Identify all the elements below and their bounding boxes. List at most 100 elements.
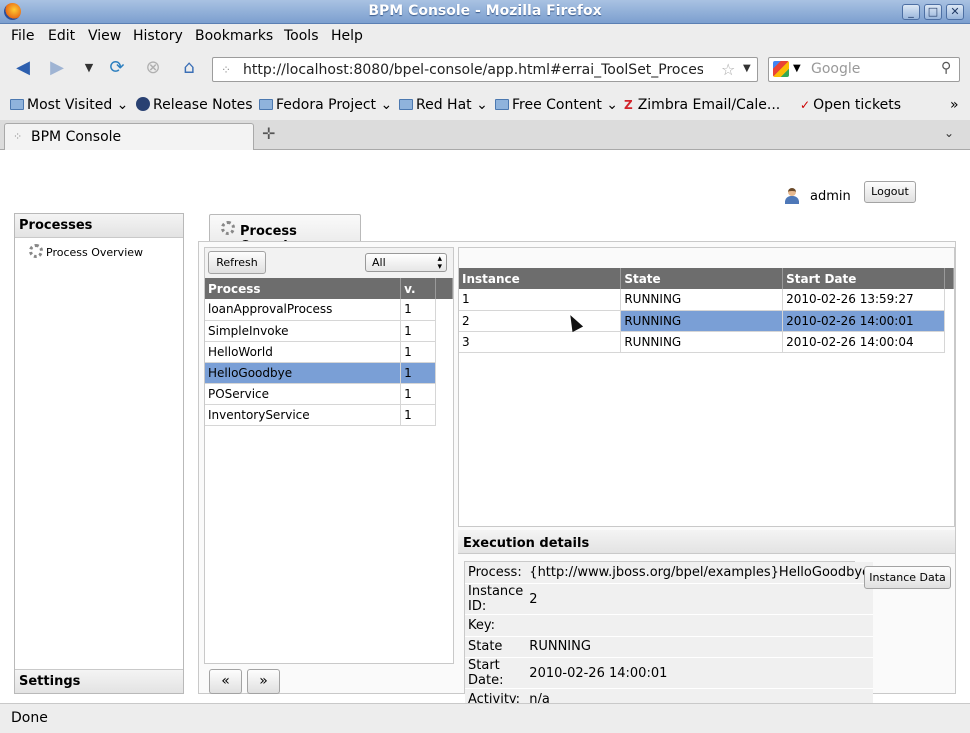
table-cell[interactable]: RUNNING xyxy=(620,310,784,332)
search-icon[interactable]: ⚲ xyxy=(941,60,951,76)
search-box[interactable]: ▼ Google ⚲ xyxy=(768,57,960,82)
history-dropdown-icon[interactable]: ▼ xyxy=(78,58,100,78)
home-icon[interactable]: ⌂ xyxy=(178,58,200,78)
engine-dropdown-icon[interactable]: ▼ xyxy=(793,63,801,74)
bookmarks-toolbar: Most Visited ⌄ Release Notes Fedora Proj… xyxy=(0,90,970,120)
detail-label: State xyxy=(465,636,527,658)
url-bar[interactable]: ⁘ http://localhost:8080/bpel-console/app… xyxy=(212,57,758,82)
column-header-process[interactable]: Process xyxy=(205,278,402,299)
table-cell[interactable]: 1 xyxy=(400,341,437,363)
tab-process-overview[interactable]: Process Overview xyxy=(209,214,361,254)
sidebar-header-processes[interactable]: Processes xyxy=(15,214,183,238)
sidebar-item-process-overview[interactable]: Process Overview xyxy=(29,244,143,259)
table-cell[interactable]: 2010-02-26 14:00:04 xyxy=(782,331,945,353)
table-row-selected: 2 RUNNING 2010-02-26 14:00:01 xyxy=(459,310,954,332)
table-cell[interactable]: SimpleInvoke xyxy=(205,320,402,342)
window-titlebar: BPM Console - Mozilla Firefox xyxy=(0,0,970,24)
bookmark-release-notes[interactable]: Release Notes xyxy=(136,97,253,113)
bookmark-red-hat[interactable]: Red Hat ⌄ xyxy=(399,97,488,113)
table-cell[interactable]: 1 xyxy=(459,289,622,311)
table-cell[interactable]: HelloGoodbye xyxy=(205,362,402,384)
column-header-instance[interactable]: Instance xyxy=(459,268,622,289)
table-cell[interactable]: 1 xyxy=(400,383,437,405)
menu-bookmarks[interactable]: Bookmarks xyxy=(195,28,273,44)
table-cell[interactable]: 3 xyxy=(459,331,622,353)
tab-list-icon[interactable]: ⌄ xyxy=(944,126,954,140)
close-window-button[interactable]: ✕ xyxy=(946,4,964,20)
table-cell[interactable]: POService xyxy=(205,383,402,405)
prev-page-button[interactable]: « xyxy=(209,669,242,694)
username: admin xyxy=(810,189,851,204)
logout-button[interactable]: Logout xyxy=(864,181,916,203)
url-text[interactable]: http://localhost:8080/bpel-console/app.h… xyxy=(243,62,703,78)
menu-help[interactable]: Help xyxy=(331,28,363,44)
instance-list-panel: Instance State Start Date 1 RUNNING 2010-0… xyxy=(458,247,955,527)
back-icon[interactable]: ◀ xyxy=(12,58,34,78)
table-cell[interactable]: HelloWorld xyxy=(205,341,402,363)
table-cell[interactable]: RUNNING xyxy=(620,331,784,353)
menu-tools[interactable]: Tools xyxy=(284,28,319,44)
bookmark-free-content[interactable]: Free Content ⌄ xyxy=(495,97,618,113)
filter-value: All xyxy=(372,256,386,269)
menu-history[interactable]: History xyxy=(133,28,183,44)
user-icon xyxy=(785,188,799,204)
search-placeholder[interactable]: Google xyxy=(811,61,860,77)
bookmarks-overflow-icon[interactable]: » xyxy=(950,97,959,113)
reload-icon[interactable]: ⟳ xyxy=(106,58,128,78)
table-row-selected: HelloGoodbye 1 xyxy=(205,362,453,384)
sidebar-header-settings[interactable]: Settings xyxy=(15,669,183,693)
status-text: Done xyxy=(11,710,48,726)
folder-icon xyxy=(495,99,509,110)
details-table: Process: {http://www.jboss.org/bpel/examp… xyxy=(465,562,874,711)
bookmark-zimbra[interactable]: Z Zimbra Email/Cale... xyxy=(624,97,780,113)
bookmark-open-tickets[interactable]: ✓ Open tickets xyxy=(800,97,901,113)
folder-icon xyxy=(399,99,413,110)
menu-file[interactable]: File xyxy=(11,28,34,44)
filter-select[interactable]: All ▴ ▾ xyxy=(365,253,447,272)
details-panel: Process: {http://www.jboss.org/bpel/examp… xyxy=(464,561,874,711)
table-cell[interactable]: RUNNING xyxy=(620,289,784,311)
forward-icon[interactable]: ▶ xyxy=(46,58,68,78)
refresh-button[interactable]: Refresh xyxy=(208,251,266,274)
table-cell[interactable]: 2 xyxy=(459,310,622,332)
column-header-start-date[interactable]: Start Date xyxy=(782,268,945,289)
table-cell[interactable]: 1 xyxy=(400,320,437,342)
table-cell[interactable]: InventoryService xyxy=(205,404,402,426)
table-cell[interactable]: 1 xyxy=(400,404,437,426)
table-cell[interactable]: 1 xyxy=(400,299,437,321)
bookmark-most-visited[interactable]: Most Visited ⌄ xyxy=(10,97,128,113)
fedora-icon xyxy=(136,97,150,111)
tab-bpm-console[interactable]: ⁘ BPM Console xyxy=(4,123,254,150)
minimize-button[interactable]: _ xyxy=(902,4,920,20)
table-cell[interactable]: 2010-02-26 13:59:27 xyxy=(782,289,945,311)
zimbra-icon: Z xyxy=(624,98,633,112)
detail-value: RUNNING xyxy=(526,636,874,658)
gear-icon xyxy=(29,244,43,258)
detail-value xyxy=(526,614,874,637)
detail-value: {http://www.jboss.org/bpel/examples}Hell… xyxy=(526,562,874,584)
table-header-row: Instance State Start Date xyxy=(459,268,955,289)
details-title: Execution details xyxy=(463,536,590,551)
column-header-version[interactable]: v. xyxy=(400,278,437,299)
maximize-button[interactable]: □ xyxy=(924,4,942,20)
column-header-state[interactable]: State xyxy=(620,268,784,289)
menu-bar: File Edit View History Bookmarks Tools H… xyxy=(0,24,970,48)
google-icon[interactable] xyxy=(773,61,789,77)
url-dropdown-icon[interactable]: ▼ xyxy=(743,63,751,74)
next-page-button[interactable]: » xyxy=(247,669,280,694)
gear-icon xyxy=(221,221,235,235)
menu-edit[interactable]: Edit xyxy=(48,28,75,44)
new-tab-icon[interactable]: ✛ xyxy=(262,124,275,143)
window-title: BPM Console - Mozilla Firefox xyxy=(368,3,602,19)
instance-data-button[interactable]: Instance Data xyxy=(864,566,951,589)
table-cell[interactable]: 2010-02-26 14:00:01 xyxy=(782,310,945,332)
detail-label: Process: xyxy=(465,562,527,584)
detail-label: Key: xyxy=(465,614,527,637)
bookmark-fedora-project[interactable]: Fedora Project ⌄ xyxy=(259,97,392,113)
menu-view[interactable]: View xyxy=(88,28,121,44)
stop-icon[interactable]: ⊗ xyxy=(142,58,164,78)
table-cell[interactable]: loanApprovalProcess xyxy=(205,299,402,321)
table-cell[interactable]: 1 xyxy=(400,362,437,384)
detail-label: Instance ID: xyxy=(465,583,527,615)
star-icon[interactable]: ☆ xyxy=(721,60,735,79)
